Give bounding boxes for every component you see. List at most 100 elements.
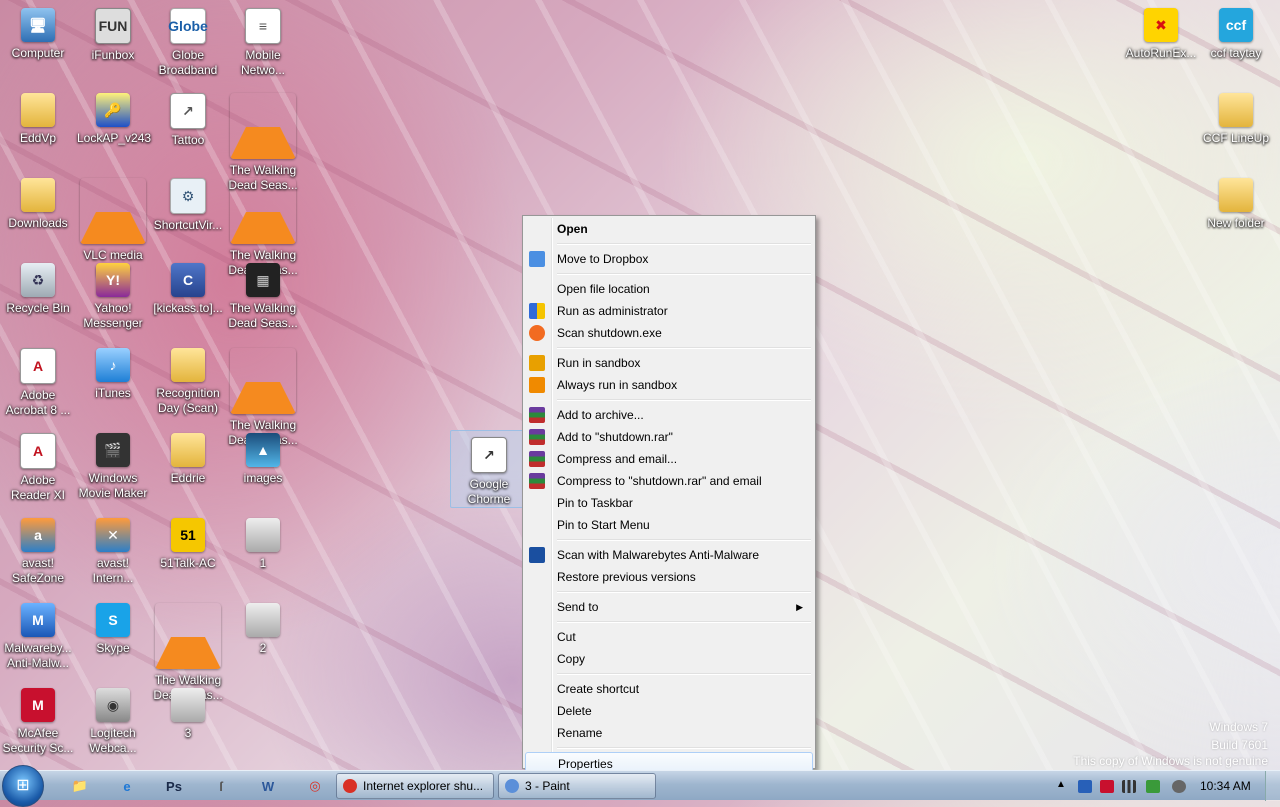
menu-separator [557,747,811,749]
menu-item-add-to-shutdown-rar[interactable]: Add to "shutdown.rar" [525,426,813,448]
desktop-icon[interactable]: 51 51Talk-AC [150,512,226,571]
desktop-icon[interactable]: ♻ Recycle Bin [0,257,76,316]
desktop-icon[interactable]: Downloads [0,172,76,231]
desktop-icon[interactable]: A Adobe Reader XI [0,427,76,503]
menu-item-label: Move to Dropbox [557,252,649,266]
start-button[interactable]: ⊞ [2,765,44,807]
desktop-icon[interactable]: a avast! SafeZone [0,512,76,586]
desktop-icon[interactable]: CCF LineUp [1198,87,1274,146]
menu-item-send-to[interactable]: Send to ▶ [525,596,813,618]
desktop-icon[interactable]: 🎬 Windows Movie Maker [75,427,151,501]
desktop-icon[interactable]: ◉ Logitech Webca... [75,682,151,756]
desktop-icon-label: Globe Broadband [158,48,218,77]
menu-item-pin-to-start-menu[interactable]: Pin to Start Menu [525,514,813,536]
desktop-icon[interactable]: ≡ Mobile Netwo... [225,2,301,78]
desktop-icon[interactable]: ✕ avast! Intern... [75,512,151,586]
desktop-icon[interactable]: 1 [225,512,301,571]
desktop-icon[interactable]: ▲ images [225,427,301,486]
word-taskbar-icon[interactable]: W [250,774,286,798]
desktop-icon[interactable]: Y! Yahoo! Messenger [75,257,151,331]
desktop-icon[interactable]: ↗ Tattoo [150,87,226,148]
desktop-icon[interactable]: M Malwareby... Anti-Malw... [0,597,76,671]
menu-item-copy[interactable]: Copy [525,648,813,670]
taskbar-window-button[interactable]: 3 - Paint [498,773,656,799]
menu-item-label: Copy [557,652,586,666]
menu-item-open-file-location[interactable]: Open file location [525,278,813,300]
desktop-icon[interactable]: ▦ The Walking Dead Seas... [225,257,301,331]
desktop-icon[interactable]: ♪ iTunes [75,342,151,401]
desktop-icon[interactable]: 2 [225,597,301,656]
desktop-icon[interactable]: Globe Globe Broadband [150,2,226,78]
taskbar: ⊞ 📁 e Ps ſ W ◎ Internet explorer shu... 3 - Pa… [0,765,1280,807]
desktop-icon-label: [kickass.to]... [153,301,223,315]
desktop-icon[interactable]: FUN iFunbox [75,2,151,63]
desktop-icon[interactable]: A Adobe Acrobat 8 ... [0,342,76,418]
folder-icon [1219,93,1253,127]
lock-icon [529,355,545,371]
volume-tray-icon[interactable] [1172,780,1186,793]
desktop-icon[interactable]: 3 [150,682,226,741]
drive-icon [246,603,280,637]
menu-item-always-run-in-sandbox[interactable]: Always run in sandbox [525,374,813,396]
desktop-icon[interactable]: ✖ AutoRunEx... [1123,2,1199,61]
network-tray-icon[interactable] [1078,780,1092,793]
clock[interactable]: 10:34 AM [1200,771,1251,801]
menu-item-delete[interactable]: Delete [525,700,813,722]
menu-item-open[interactable]: Open [525,218,813,240]
window-title: 3 - Paint [525,779,570,793]
winrar-icon [529,451,545,467]
menu-item-cut[interactable]: Cut [525,626,813,648]
desktop-icon-label: Eddrie [170,471,206,485]
menu-item-add-to-archive[interactable]: Add to archive... [525,404,813,426]
desktop-icon-label: Computer [11,46,65,60]
menu-item-scan-shutdown-exe[interactable]: Scan shutdown.exe [525,322,813,344]
window-title: Internet explorer shu... [363,779,484,793]
internet-explorer-taskbar-icon[interactable]: e [109,774,145,798]
menu-item-label: Pin to Taskbar [557,496,633,510]
desktop-icon[interactable]: Recognition Day (Scan) [150,342,226,416]
photoshop-taskbar-icon[interactable]: Ps [156,774,192,798]
menu-separator [557,591,811,593]
tray-expand-icon[interactable]: ▲ [1056,779,1066,790]
desktop-icon[interactable]: S Skype [75,597,151,656]
security-tray-icon[interactable] [1100,780,1114,793]
desktop-icon[interactable]: C [kickass.to]... [150,257,226,316]
explorer-taskbar-icon[interactable]: 📁 [62,774,98,798]
menu-item-run-in-sandbox[interactable]: Run in sandbox [525,352,813,374]
folder-icon [21,93,55,127]
gear-icon: ⚙ [170,178,206,214]
desktop-icon[interactable]: 🔑 LockAP_v243 [75,87,151,146]
menu-item-create-shortcut[interactable]: Create shortcut [525,678,813,700]
desktop-icon[interactable]: ↗ Google Chorme [450,430,528,508]
webcam-icon: ◉ [96,688,130,722]
desktop-icon-label: LockAP_v243 [77,131,152,145]
chrome-taskbar-icon[interactable]: ◎ [297,774,333,798]
desktop-icon[interactable]: Eddrie [150,427,226,486]
folder-icon [171,433,205,467]
desktop-icon-label: images [243,471,283,485]
submenu-arrow-icon: ▶ [796,602,803,612]
menu-item-scan-with-malwarebytes-anti-malware[interactable]: Scan with Malwarebytes Anti-Malware [525,544,813,566]
autorun-icon: ✖ [1144,8,1178,42]
desktop-icon[interactable]: EddVp [0,87,76,146]
action-center-tray-icon[interactable] [1146,780,1160,793]
menu-item-rename[interactable]: Rename [525,722,813,744]
desktop-icon[interactable]: New folder [1198,172,1274,231]
window-app-icon [505,779,519,793]
signal-tray-icon[interactable] [1122,780,1136,793]
menu-item-restore-previous-versions[interactable]: Restore previous versions [525,566,813,588]
menu-item-compress-to-shutdown-rar-and-email[interactable]: Compress to "shutdown.rar" and email [525,470,813,492]
menu-item-compress-and-email[interactable]: Compress and email... [525,448,813,470]
menu-item-pin-to-taskbar[interactable]: Pin to Taskbar [525,492,813,514]
desktop-icon[interactable]: ⚙ ShortcutVir... [150,172,226,233]
menu-item-run-as-administrator[interactable]: Run as administrator [525,300,813,322]
taskbar-window-button[interactable]: Internet explorer shu... [336,773,494,799]
desktop-icon[interactable]: 🖥 Computer [0,2,76,61]
show-desktop-button[interactable] [1265,771,1280,801]
desktop-icon[interactable]: ccf ccf taytay [1198,2,1274,61]
folder-icon [21,178,55,212]
menu-item-move-to-dropbox[interactable]: Move to Dropbox [525,248,813,270]
script-taskbar-icon[interactable]: ſ [203,774,239,798]
dropbox-icon [529,251,545,267]
desktop-icon[interactable]: M McAfee Security Sc... [0,682,76,756]
